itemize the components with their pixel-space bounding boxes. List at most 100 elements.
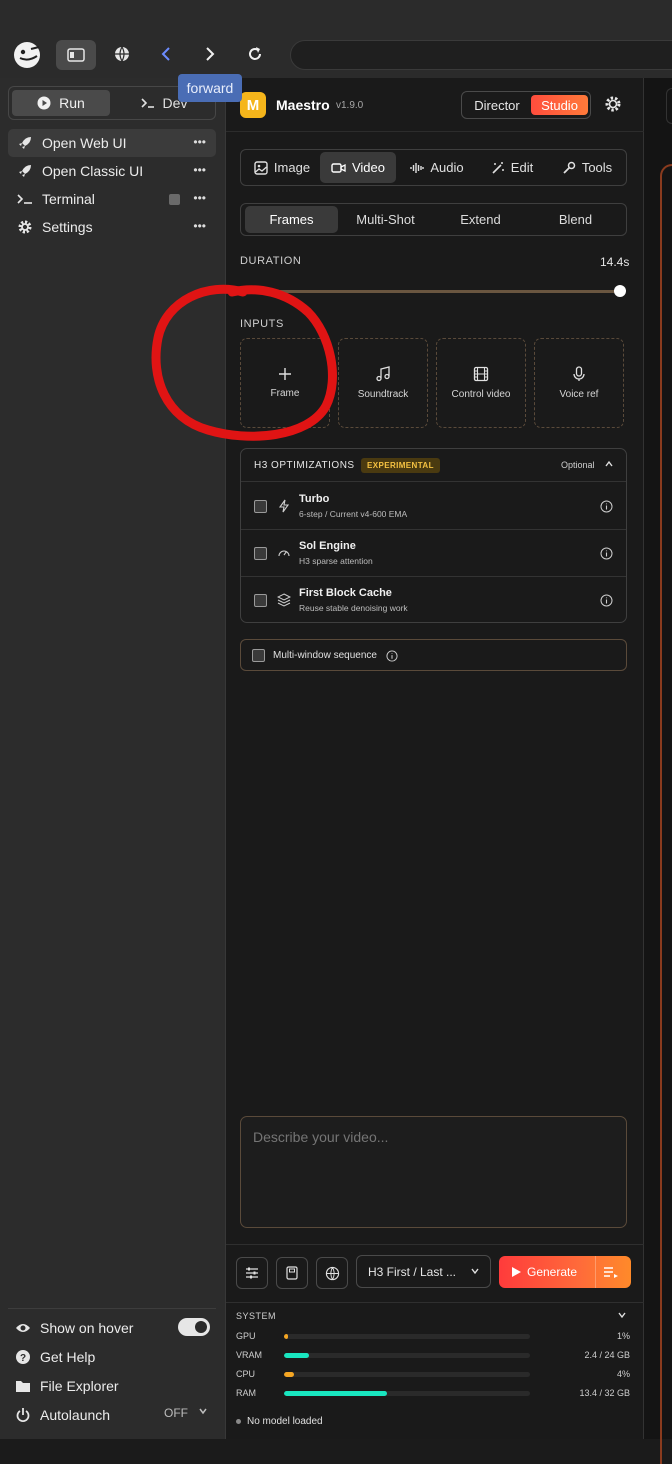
sidebar-item-settings[interactable]: Settings ••• [8,213,216,241]
forward-button[interactable] [198,42,222,66]
tab-image[interactable]: Image [245,152,319,183]
duration-slider-thumb[interactable] [614,285,626,297]
optimization-subtitle: Reuse stable denoising work [299,603,408,613]
info-icon[interactable] [600,500,613,513]
more-icon[interactable]: ••• [193,191,206,205]
globe-icon [325,1266,339,1280]
mode-toggle: Director Studio [461,91,591,119]
language-button[interactable] [316,1257,348,1289]
add-control-video-button[interactable]: Control video [436,338,526,428]
app-title: Maestro [276,97,330,113]
save-preset-button[interactable] [276,1257,308,1289]
show-on-hover-toggle[interactable] [178,1318,210,1336]
globe-icon[interactable] [110,42,134,66]
input-card-label: Control video [451,389,511,400]
multi-window-checkbox[interactable] [252,649,265,662]
generate-label: Generate [527,1265,578,1279]
microphone-icon [573,366,585,381]
add-soundtrack-button[interactable]: Soundtrack [338,338,428,428]
forward-tooltip: forward [178,74,242,102]
duration-label: DURATION [240,255,302,267]
turbo-checkbox[interactable] [254,500,267,513]
chevron-up-icon[interactable] [604,459,614,469]
tab-label: Audio [430,160,464,175]
info-icon[interactable] [386,650,398,662]
chevron-down-icon [199,1408,207,1415]
tab-label: Edit [510,160,534,175]
play-icon [512,1267,521,1277]
usage-bar [284,1334,530,1339]
queue-icon[interactable] [603,1265,619,1279]
sol-engine-checkbox[interactable] [254,547,267,560]
tab-frames[interactable]: Frames [245,206,338,233]
generate-button[interactable]: Generate [499,1256,631,1288]
sidebar-item-terminal[interactable]: Terminal ••• [8,185,216,213]
status-dot [236,1419,241,1424]
optimization-title: First Block Cache [299,587,392,599]
audio-waveform-icon [410,162,425,173]
help-icon: ? [14,1348,32,1366]
system-label: SYSTEM [236,1311,277,1321]
usage-bar-fill [284,1372,294,1377]
file-explorer-row[interactable]: File Explorer [14,1374,214,1398]
app-logo-icon[interactable] [12,40,42,70]
prompt-input[interactable] [240,1116,627,1228]
mode-director-button[interactable]: Director [465,95,529,115]
tab-label: Image [273,160,311,175]
multi-window-sequence-row: Multi-window sequence [240,639,627,671]
tab-multi-shot[interactable]: Multi-Shot [339,206,432,233]
more-icon[interactable]: ••• [193,163,206,177]
gauge-icon [278,550,290,557]
media-type-tabs: Image Video Audio Edit Tools [240,149,627,186]
autolaunch-row[interactable]: Autolaunch OFF [14,1403,214,1427]
mode-studio-button[interactable]: Studio [531,95,588,115]
tab-edit[interactable]: Edit [477,152,547,183]
sidebar-item-label: Terminal [42,191,95,207]
experimental-badge: EXPERIMENTAL [361,458,440,473]
info-icon[interactable] [600,547,613,560]
tab-tools[interactable]: Tools [549,152,625,183]
settings-gear-icon[interactable] [604,95,624,115]
reload-button[interactable] [243,42,267,66]
run-label: Run [59,95,85,111]
back-button[interactable] [154,42,178,66]
add-frame-button[interactable]: Frame [240,338,330,428]
tab-extend[interactable]: Extend [434,206,527,233]
autolaunch-select[interactable]: OFF [164,1406,208,1420]
first-block-cache-checkbox[interactable] [254,594,267,607]
add-voice-ref-button[interactable]: Voice ref [534,338,624,428]
input-card-label: Soundtrack [357,389,409,400]
terminal-prompt-icon [140,98,154,108]
stop-icon[interactable] [169,194,180,205]
get-help-row[interactable]: ? Get Help [14,1345,214,1369]
model-select[interactable]: H3 First / Last ... [356,1255,491,1288]
chevron-down-icon[interactable] [617,1310,627,1320]
sidebar-toggle-button[interactable] [56,40,96,70]
system-row-ram: RAM 13.4 / 32 GB [236,1386,632,1400]
tab-audio[interactable]: Audio [399,152,475,183]
more-icon[interactable]: ••• [193,135,206,149]
music-note-icon [376,366,390,382]
tab-label: Video [351,160,385,175]
preview-frame-edge [660,164,672,1464]
more-icon[interactable]: ••• [193,219,206,233]
sidebar-item-open-web-ui[interactable]: Open Web UI ••• [8,129,216,157]
optimization-title: Turbo [299,493,330,505]
tab-blend[interactable]: Blend [529,206,622,233]
get-help-label: Get Help [40,1349,96,1365]
system-row-label: GPU [236,1331,256,1341]
model-status: No model loaded [236,1416,323,1427]
preview-tab-edge [666,88,672,124]
run-button[interactable]: Run [12,90,110,116]
address-bar[interactable] [290,40,672,70]
info-icon[interactable] [600,594,613,607]
sliders-button[interactable] [236,1257,268,1289]
optimization-subtitle: 6-step / Current v4-600 EMA [299,509,408,519]
sidebar-item-open-classic-ui[interactable]: Open Classic UI ••• [8,157,216,185]
optimization-title: Sol Engine [299,540,356,552]
image-icon [254,160,268,175]
duration-slider-track[interactable] [240,290,620,293]
tab-video[interactable]: Video [320,152,396,183]
optimization-sol-engine: Sol Engine H3 sparse attention [241,530,626,577]
optimizations-header[interactable]: H3 OPTIMIZATIONS EXPERIMENTAL Optional [241,449,626,482]
